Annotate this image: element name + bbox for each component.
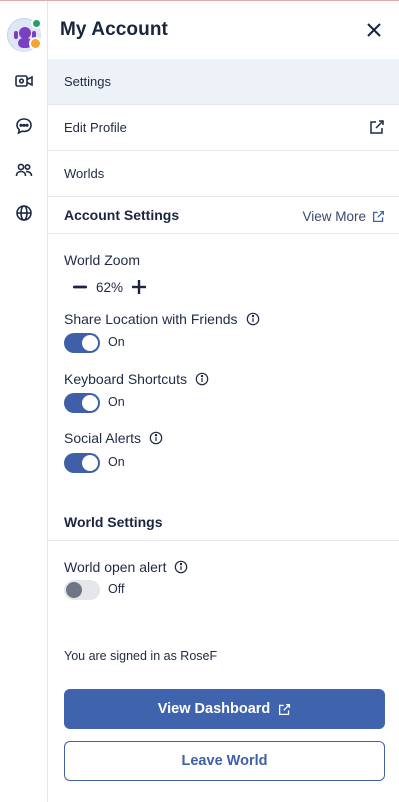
world-settings-heading: World Settings	[64, 514, 163, 530]
divider	[48, 540, 399, 541]
zoom-stepper: 62%	[70, 277, 149, 297]
view-dashboard-button[interactable]: View Dashboard	[64, 689, 385, 729]
minus-icon	[73, 285, 87, 289]
keyboard-shortcuts-label: Keyboard Shortcuts	[64, 371, 209, 387]
setting-label-text: Social Alerts	[64, 430, 142, 446]
chat-icon[interactable]	[12, 114, 36, 138]
nav-item-label: Worlds	[64, 166, 105, 181]
nav-item-worlds[interactable]: Worlds	[48, 151, 399, 197]
share-location-toggle[interactable]	[64, 333, 100, 353]
toggle-state: On	[108, 335, 125, 349]
view-dashboard-label: View Dashboard	[157, 701, 271, 717]
keyboard-shortcuts-toggle[interactable]	[64, 393, 100, 413]
leave-world-button[interactable]: Leave World	[64, 741, 385, 781]
signed-in-text: You are signed in as RoseF	[64, 649, 218, 663]
external-link-icon	[279, 703, 291, 715]
nav-item-label: Settings	[64, 74, 111, 89]
social-alerts-label: Social Alerts	[64, 430, 163, 446]
setting-label-text: Keyboard Shortcuts	[64, 371, 187, 387]
left-rail	[0, 1, 48, 802]
leave-world-label: Leave World	[181, 753, 268, 769]
share-location-label: Share Location with Friends	[64, 311, 260, 327]
view-more-label: View More	[302, 209, 366, 224]
plus-icon	[132, 280, 147, 294]
toggle-knob	[82, 455, 98, 471]
social-alerts-toggle[interactable]	[64, 453, 100, 473]
world-zoom-label: World Zoom	[64, 252, 140, 268]
zoom-value: 62%	[96, 279, 124, 295]
nav-item-settings[interactable]: Settings	[48, 59, 399, 105]
globe-icon[interactable]	[12, 201, 36, 225]
account-settings-heading: Account Settings	[64, 207, 180, 223]
toggle-state: On	[108, 395, 125, 409]
info-icon[interactable]	[149, 431, 163, 445]
info-icon[interactable]	[195, 372, 209, 386]
toggle-knob	[82, 335, 98, 351]
external-link-icon	[370, 120, 384, 134]
setting-label-text: Share Location with Friends	[64, 311, 238, 327]
toggle-state: On	[108, 455, 125, 469]
world-open-alert-toggle[interactable]	[64, 580, 100, 600]
view-more-link[interactable]: View More	[302, 209, 385, 224]
info-icon[interactable]	[174, 560, 188, 574]
account-panel: My Account Settings Edit Profile Worlds …	[48, 1, 399, 802]
external-link-icon	[372, 210, 385, 223]
toggle-knob	[66, 582, 82, 598]
panel-header: My Account	[48, 1, 399, 59]
star-badge-icon	[29, 37, 42, 50]
nav-item-edit-profile[interactable]: Edit Profile	[48, 105, 399, 151]
world-open-alert-label: World open alert	[64, 559, 188, 575]
online-status-dot	[31, 18, 42, 29]
divider	[48, 233, 399, 234]
nav-item-label: Edit Profile	[64, 120, 127, 135]
toggle-knob	[82, 395, 98, 411]
page-title: My Account	[60, 19, 168, 40]
video-camera-icon[interactable]	[12, 69, 36, 93]
people-icon[interactable]	[12, 158, 36, 182]
setting-label-text: World open alert	[64, 559, 167, 575]
info-icon[interactable]	[246, 312, 260, 326]
zoom-in-button[interactable]	[129, 277, 149, 297]
close-icon[interactable]	[365, 21, 383, 39]
toggle-state: Off	[108, 582, 125, 596]
zoom-out-button[interactable]	[70, 277, 90, 297]
